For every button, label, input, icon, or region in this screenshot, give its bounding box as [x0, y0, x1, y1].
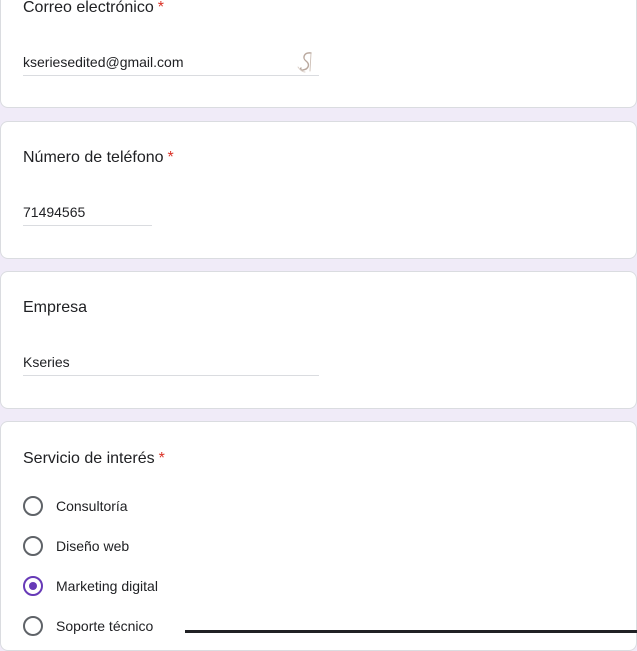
radio-option-marketing-digital[interactable]: Marketing digital	[23, 575, 158, 597]
radio-option-label: Marketing digital	[56, 578, 158, 594]
phone-field-underline	[23, 225, 152, 226]
phone-question-card	[0, 121, 637, 259]
email-field[interactable]: kseriesedited@gmail.com	[23, 52, 184, 72]
email-title-text: Correo electrónico	[23, 0, 154, 16]
company-question-title: Empresa	[23, 298, 87, 318]
required-asterisk: *	[157, 0, 164, 16]
email-field-underline	[23, 75, 319, 76]
company-field[interactable]: Kseries	[23, 352, 70, 372]
email-question-title: Correo electrónico *	[23, 0, 164, 18]
company-field-underline	[23, 375, 319, 376]
company-title-text: Empresa	[23, 299, 88, 316]
required-asterisk: *	[158, 450, 165, 467]
service-question-title: Servicio de interés *	[23, 449, 165, 469]
radio-button-icon[interactable]	[23, 536, 43, 556]
radio-button-checked-icon[interactable]	[23, 576, 43, 596]
radio-button-icon[interactable]	[23, 616, 43, 636]
radio-option-consultoria[interactable]: Consultoría	[23, 495, 128, 517]
radio-option-label: Diseño web	[56, 538, 130, 554]
phone-field[interactable]: 71494565	[23, 202, 85, 222]
service-title-text: Servicio de interés	[23, 450, 155, 467]
radio-button-icon[interactable]	[23, 496, 43, 516]
company-question-card	[0, 271, 637, 409]
phone-title-text: Número de teléfono	[23, 149, 164, 166]
signature-icon	[297, 52, 312, 73]
required-asterisk: *	[167, 149, 174, 166]
radio-option-label: Soporte técnico	[56, 618, 154, 634]
phone-question-title: Número de teléfono *	[23, 148, 174, 168]
radio-option-label: Consultoría	[56, 498, 128, 514]
radio-option-soporte-tecnico[interactable]: Soporte técnico	[23, 615, 153, 637]
radio-option-diseno-web[interactable]: Diseño web	[23, 535, 129, 557]
